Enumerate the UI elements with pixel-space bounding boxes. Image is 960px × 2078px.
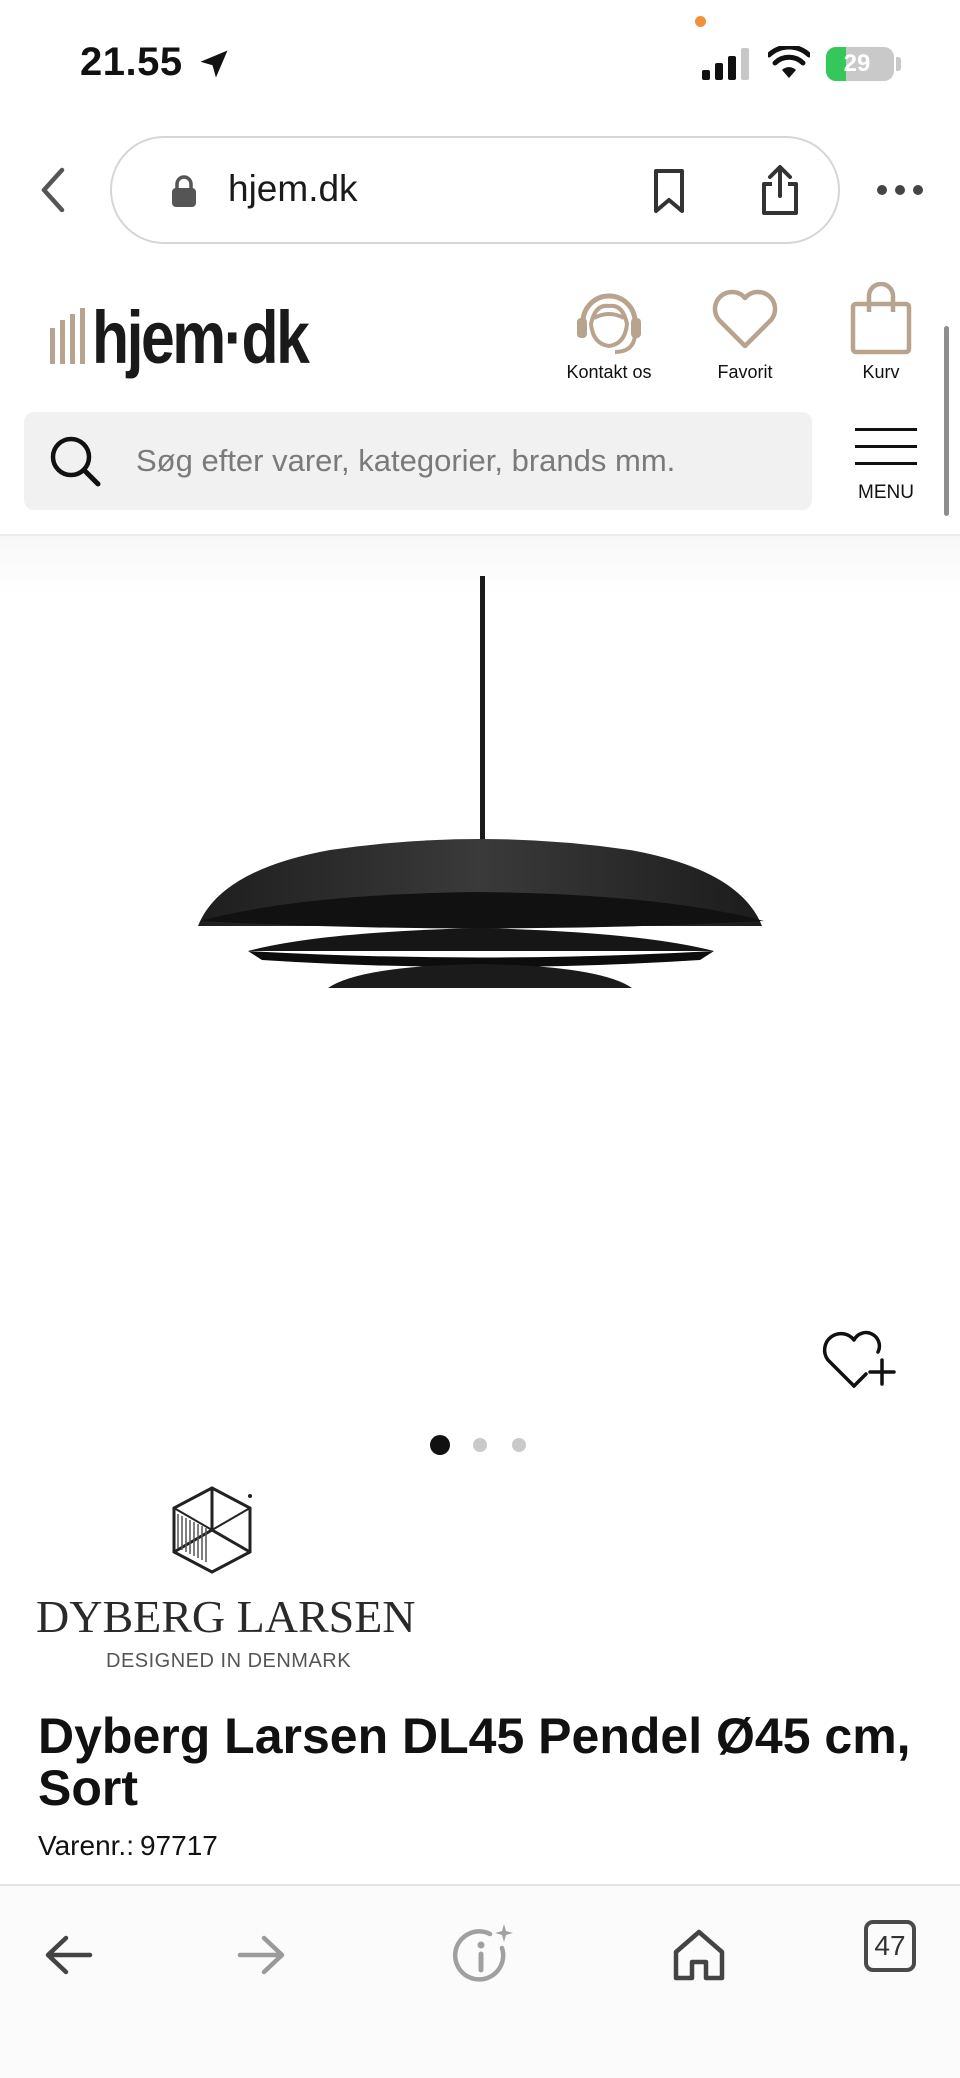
brand-tagline: DESIGNED IN DENMARK: [106, 1650, 352, 1672]
site-logo[interactable]: hjem·dk: [50, 296, 310, 380]
logo-text: hjem·dk: [92, 296, 310, 379]
status-time: 21.55: [80, 40, 183, 84]
address-bar[interactable]: hjem.dk: [110, 136, 840, 244]
search-icon: [50, 436, 101, 487]
brand-cube-icon: [172, 1486, 252, 1574]
battery-nub: [896, 57, 901, 71]
carousel-dots[interactable]: [430, 1434, 530, 1458]
wifi-icon: [768, 46, 810, 78]
wishlist-add-icon[interactable]: [820, 1324, 900, 1392]
share-icon[interactable]: [758, 164, 802, 216]
search-input[interactable]: Søg efter varer, kategorier, brands mm.: [24, 412, 812, 510]
cart-button[interactable]: Kurv: [816, 282, 946, 392]
logo-bars-icon: [50, 308, 85, 364]
carousel-dot-1[interactable]: [430, 1435, 450, 1455]
arrow-right-icon[interactable]: [226, 1920, 296, 1990]
cart-label: Kurv: [862, 362, 900, 382]
shopping-bag-icon: [850, 282, 912, 355]
browser-toolbar: 47: [0, 1884, 960, 2078]
info-sparkle-icon[interactable]: [448, 1920, 518, 1990]
brand-name: DYBERG LARSEN: [36, 1591, 416, 1642]
favorite-button[interactable]: Favorit: [680, 282, 810, 392]
product-title: Dyberg Larsen DL45 Pendel Ø45 cm, Sort: [38, 1708, 911, 1816]
brand-logo[interactable]: DYBERG LARSEN DESIGNED IN DENMARK: [36, 1480, 416, 1680]
bookmark-icon[interactable]: [650, 168, 688, 214]
menu-label: MENU: [858, 482, 914, 503]
product-sku: Varenr.: 97717: [38, 1830, 218, 1862]
sku-label: Varenr.:: [38, 1830, 134, 1861]
favorite-label: Favorit: [717, 362, 773, 382]
url-text[interactable]: hjem.dk: [228, 168, 358, 210]
scrollbar[interactable]: [944, 326, 949, 516]
home-icon[interactable]: [664, 1920, 734, 1990]
carousel-dot-3[interactable]: [512, 1438, 526, 1452]
location-arrow-icon: [200, 50, 228, 78]
menu-button[interactable]: MENU: [852, 426, 920, 506]
product-image-gallery[interactable]: [0, 536, 960, 1455]
signal-icon: [702, 48, 749, 80]
battery-level: 29: [843, 50, 871, 77]
contact-label: Kontakt os: [566, 362, 652, 382]
contact-button[interactable]: Kontakt os: [544, 282, 674, 392]
lock-icon: [172, 175, 196, 207]
heart-icon: [712, 289, 778, 349]
headset-icon: [577, 293, 641, 354]
tabs-count: 47: [874, 1930, 906, 1961]
tabs-icon[interactable]: 47: [864, 1920, 916, 1972]
hamburger-icon: [855, 428, 917, 465]
search-placeholder: Søg efter varer, kategorier, brands mm.: [136, 443, 676, 478]
battery-icon: 29: [826, 47, 894, 81]
more-icon[interactable]: [876, 180, 924, 200]
product-image: [198, 576, 764, 988]
status-bar: 21.55 29: [0, 0, 960, 120]
arrow-left-icon[interactable]: [34, 1920, 104, 1990]
sku-value: 97717: [139, 1830, 218, 1861]
privacy-indicator-dot: [695, 16, 706, 27]
carousel-dot-2[interactable]: [473, 1438, 487, 1452]
back-chevron-icon[interactable]: [34, 164, 70, 216]
